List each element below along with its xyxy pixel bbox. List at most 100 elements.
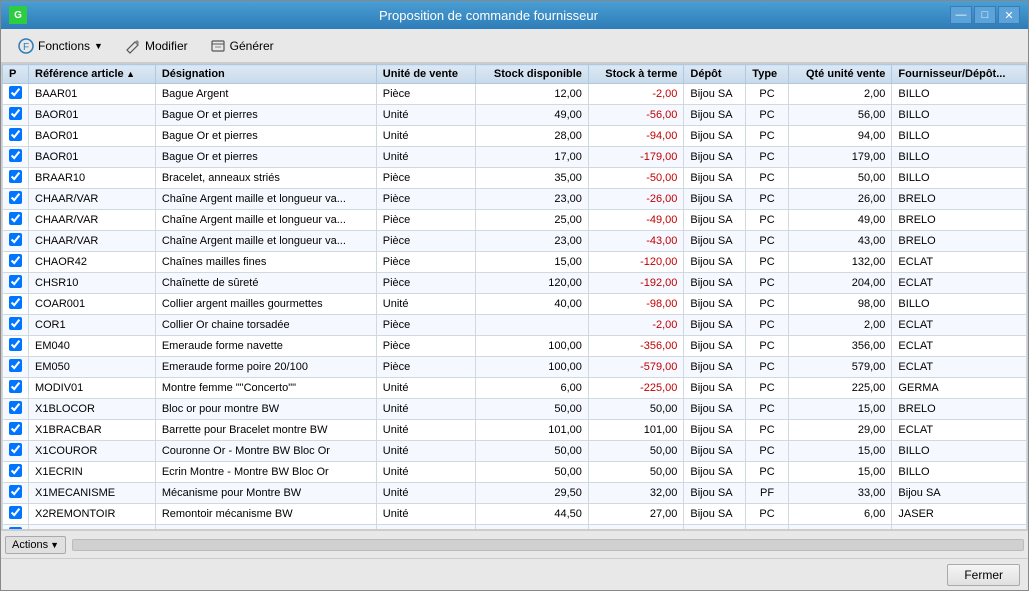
table-row: COR1Collier Or chaine torsadéePièce-2,00… [3, 315, 1027, 336]
row-checkbox[interactable] [9, 506, 22, 519]
row-stock-dispo: 29,50 [475, 483, 588, 504]
row-checkbox-cell[interactable] [3, 294, 29, 315]
table-row: CHAOR42Chaînes mailles finesPièce15,00-1… [3, 252, 1027, 273]
minimize-button[interactable]: — [950, 6, 972, 24]
row-checkbox-cell[interactable] [3, 168, 29, 189]
row-qte-unite: 43,00 [788, 231, 892, 252]
row-checkbox-cell[interactable] [3, 189, 29, 210]
row-ref: CHAAR/VAR [29, 231, 156, 252]
row-checkbox[interactable] [9, 296, 22, 309]
table-row: MODIV01Montre femme ""Concerto""Unité6,0… [3, 378, 1027, 399]
modifier-button[interactable]: Modifier [116, 34, 197, 58]
row-type: PC [746, 399, 788, 420]
row-checkbox[interactable] [9, 128, 22, 141]
row-fournisseur: ECLAT [892, 336, 1027, 357]
row-checkbox-cell[interactable] [3, 399, 29, 420]
row-checkbox[interactable] [9, 359, 22, 372]
col-type[interactable]: Type [746, 65, 788, 84]
close-button[interactable]: ✕ [998, 6, 1020, 24]
row-type: PC [746, 273, 788, 294]
row-depot: Bijou SA [684, 189, 746, 210]
maximize-button[interactable]: □ [974, 6, 996, 24]
row-designation: Remontoir mécanisme BW [155, 504, 376, 525]
row-checkbox-cell[interactable] [3, 441, 29, 462]
row-qte-unite: 204,00 [788, 273, 892, 294]
row-designation: Chaîne Argent maille et longueur va... [155, 231, 376, 252]
row-depot: Bijou SA [684, 231, 746, 252]
row-stock-dispo: 6,00 [475, 378, 588, 399]
table-row: CHSR10Chaînette de sûretéPièce120,00-192… [3, 273, 1027, 294]
row-checkbox[interactable] [9, 170, 22, 183]
row-stock-dispo [475, 315, 588, 336]
row-checkbox-cell[interactable] [3, 126, 29, 147]
row-checkbox[interactable] [9, 338, 22, 351]
row-checkbox[interactable] [9, 86, 22, 99]
row-checkbox-cell[interactable] [3, 315, 29, 336]
fonctions-button[interactable]: F Fonctions ▼ [9, 34, 112, 58]
row-checkbox[interactable] [9, 443, 22, 456]
table-container[interactable]: P Référence article Désignation Unité de… [1, 63, 1028, 530]
actions-button[interactable]: Actions ▼ [5, 536, 66, 554]
row-depot: Bijou SA [684, 399, 746, 420]
row-checkbox-cell[interactable] [3, 504, 29, 525]
row-checkbox[interactable] [9, 464, 22, 477]
row-stock-terme: -356,00 [588, 336, 683, 357]
col-qte-unite[interactable]: Qté unité vente [788, 65, 892, 84]
row-designation: Bracelet, anneaux striés [155, 168, 376, 189]
row-checkbox-cell[interactable] [3, 231, 29, 252]
row-checkbox[interactable] [9, 380, 22, 393]
row-stock-terme: -50,00 [588, 168, 683, 189]
row-checkbox-cell[interactable] [3, 357, 29, 378]
row-fournisseur: BILLO [892, 168, 1027, 189]
row-checkbox-cell[interactable] [3, 483, 29, 504]
row-checkbox-cell[interactable] [3, 273, 29, 294]
row-checkbox-cell[interactable] [3, 105, 29, 126]
col-depot[interactable]: Dépôt [684, 65, 746, 84]
actions-arrow-icon: ▼ [50, 540, 59, 550]
row-checkbox[interactable] [9, 401, 22, 414]
col-fournisseur[interactable]: Fournisseur/Dépôt... [892, 65, 1027, 84]
row-checkbox-cell[interactable] [3, 336, 29, 357]
row-checkbox[interactable] [9, 254, 22, 267]
row-checkbox[interactable] [9, 275, 22, 288]
row-checkbox-cell[interactable] [3, 420, 29, 441]
row-checkbox[interactable] [9, 191, 22, 204]
row-type: PC [746, 147, 788, 168]
row-depot: Bijou SA [684, 84, 746, 105]
row-fournisseur: BILLO [892, 441, 1027, 462]
row-checkbox[interactable] [9, 233, 22, 246]
row-ref: X1BRACBAR [29, 420, 156, 441]
row-checkbox-cell[interactable] [3, 378, 29, 399]
horizontal-scrollbar[interactable] [72, 539, 1024, 551]
fermer-button[interactable]: Fermer [947, 564, 1020, 586]
row-checkbox[interactable] [9, 149, 22, 162]
row-checkbox[interactable] [9, 317, 22, 330]
row-checkbox-cell[interactable] [3, 252, 29, 273]
col-stock-dispo[interactable]: Stock disponible [475, 65, 588, 84]
col-ref[interactable]: Référence article [29, 65, 156, 84]
data-table: P Référence article Désignation Unité de… [2, 64, 1027, 530]
generer-button[interactable]: Générer [201, 34, 283, 58]
row-designation: Collier argent mailles gourmettes [155, 294, 376, 315]
row-checkbox[interactable] [9, 212, 22, 225]
row-checkbox[interactable] [9, 485, 22, 498]
fonctions-icon: F [18, 38, 34, 54]
row-checkbox[interactable] [9, 422, 22, 435]
row-stock-dispo: 35,00 [475, 168, 588, 189]
col-designation[interactable]: Désignation [155, 65, 376, 84]
row-type: PC [746, 252, 788, 273]
row-designation: Chaînes mailles fines [155, 252, 376, 273]
col-unite[interactable]: Unité de vente [376, 65, 475, 84]
row-checkbox-cell[interactable] [3, 462, 29, 483]
table-row: CHAAR/VARChaîne Argent maille et longueu… [3, 231, 1027, 252]
row-designation: Montre femme ""Concerto"" [155, 378, 376, 399]
row-checkbox-cell[interactable] [3, 147, 29, 168]
col-p[interactable]: P [3, 65, 29, 84]
table-header-row: P Référence article Désignation Unité de… [3, 65, 1027, 84]
row-qte-unite: 29,00 [788, 420, 892, 441]
row-checkbox-cell[interactable] [3, 84, 29, 105]
col-stock-terme[interactable]: Stock à terme [588, 65, 683, 84]
row-checkbox-cell[interactable] [3, 210, 29, 231]
row-checkbox[interactable] [9, 107, 22, 120]
row-type: PC [746, 315, 788, 336]
